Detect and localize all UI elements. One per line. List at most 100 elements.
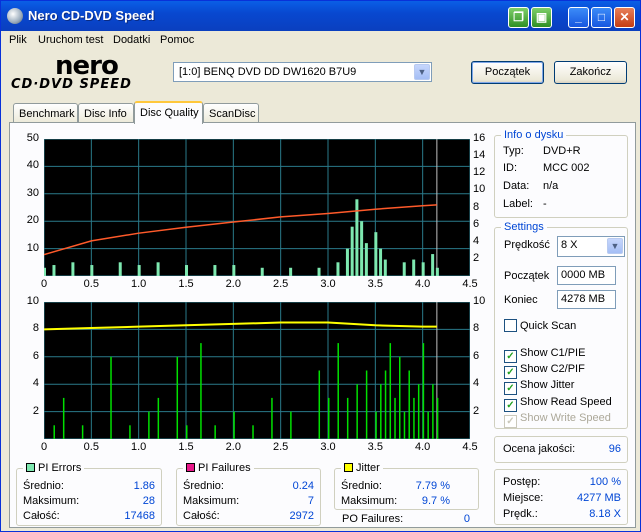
pi-errors-group: PI Errors Średnio: 1.86 Maksimum: 28 Cał… bbox=[16, 462, 162, 526]
jitter-swatch bbox=[344, 463, 353, 472]
pi-failure-bar bbox=[233, 411, 235, 439]
save-icon[interactable]: ▣ bbox=[531, 7, 552, 28]
disc-label-value: - bbox=[543, 198, 547, 210]
pi-error-bar bbox=[360, 221, 364, 276]
x-tick-label: 4.0 bbox=[415, 441, 431, 453]
menu-file[interactable]: Plik bbox=[9, 34, 27, 46]
pi-failure-bar bbox=[157, 397, 160, 439]
pi-failures-title: PI Failures bbox=[183, 462, 254, 474]
pi-error-bar bbox=[345, 248, 349, 276]
x-tick-label: 4.0 bbox=[415, 278, 431, 290]
pi-failure-bar bbox=[403, 411, 406, 439]
menu-extras[interactable]: Dodatki bbox=[113, 34, 150, 46]
start-button[interactable]: Początek bbox=[471, 61, 544, 84]
pi-error-bar bbox=[90, 265, 94, 276]
pi-failure-bar bbox=[436, 397, 439, 439]
check-icon[interactable]: ✓ bbox=[504, 382, 517, 395]
disc-label-label: Label: bbox=[503, 198, 533, 210]
close-button[interactable]: ✕ bbox=[614, 7, 635, 28]
drive-select[interactable]: [1:0] BENQ DVD DD DW1620 B7U9 ▼ bbox=[173, 62, 432, 82]
copy-icon[interactable]: ❐ bbox=[508, 7, 529, 28]
settings-group: Settings Prędkość 8 X ▼ Początek 0000 MB… bbox=[494, 221, 628, 429]
pi-error-bar bbox=[421, 262, 425, 276]
pi-failure-bar bbox=[422, 343, 425, 439]
pi-failure-bar bbox=[53, 425, 55, 439]
show-jitter-label: Show Jitter bbox=[520, 379, 575, 391]
chevron-down-icon[interactable]: ▼ bbox=[414, 64, 430, 80]
jitter-title-text: Jitter bbox=[356, 462, 380, 474]
check-icon[interactable]: ✓ bbox=[504, 366, 517, 379]
pi-errors-avg-label: Średnio: bbox=[23, 480, 64, 492]
quick-scan-checkbox[interactable]: Quick Scan bbox=[504, 319, 576, 332]
pi-errors-chart bbox=[44, 139, 470, 276]
jitter-avg-value: 7.79 % bbox=[415, 480, 450, 492]
tab-disc-quality[interactable]: Disc Quality bbox=[134, 101, 203, 124]
chevron-down-icon[interactable]: ▼ bbox=[607, 238, 623, 254]
pi-failure-bar bbox=[417, 384, 420, 439]
read-speed-line bbox=[44, 204, 437, 256]
pi-error-bar bbox=[350, 226, 354, 276]
finish-button[interactable]: Zakończ bbox=[554, 61, 627, 84]
speed-select[interactable]: 8 X ▼ bbox=[557, 236, 625, 257]
minimize-button[interactable]: _ bbox=[568, 7, 589, 28]
check-icon[interactable]: ✓ bbox=[504, 350, 517, 363]
x-tick-label: 2.0 bbox=[225, 278, 241, 290]
pi-error-bar bbox=[185, 265, 188, 276]
pi-failures-chart bbox=[44, 302, 470, 439]
nero-logo: nero CD·DVD SPEED bbox=[11, 53, 161, 92]
pi-error-bar bbox=[137, 265, 141, 276]
show-jitter-checkbox[interactable]: ✓ Show Jitter bbox=[504, 379, 574, 395]
show-c2-checkbox[interactable]: ✓ Show C2/PIF bbox=[504, 363, 585, 379]
end-field[interactable]: 4278 MB bbox=[557, 290, 616, 309]
speed-select-value: 8 X bbox=[561, 239, 578, 251]
menu-help[interactable]: Pomoc bbox=[160, 34, 194, 46]
pi-error-bar bbox=[289, 267, 293, 276]
pi-failure-bar bbox=[384, 370, 387, 439]
pi-failure-bar bbox=[271, 397, 273, 439]
disc-quality-panel: 50 40 30 20 10 16 14 12 10 8 6 4 2 0 0.5 1.0 1.5 2.0 2.5… bbox=[9, 122, 636, 528]
tab-disc-info[interactable]: Disc Info bbox=[78, 103, 134, 123]
x-tick-label: 2.5 bbox=[273, 441, 289, 453]
pi-failure-bar bbox=[432, 384, 434, 439]
x-tick-label: 1.5 bbox=[178, 441, 194, 453]
pi-failure-bar bbox=[200, 343, 202, 439]
logo-subtext: CD·DVD SPEED bbox=[11, 77, 132, 92]
title-bar[interactable]: Nero CD-DVD Speed ❐ ▣ _ □ ✕ bbox=[1, 1, 640, 31]
pi-errors-title: PI Errors bbox=[23, 462, 85, 474]
menu-run-test[interactable]: Uruchom test bbox=[38, 34, 103, 46]
end-label: Koniec bbox=[504, 294, 538, 306]
show-c1-label: Show C1/PIE bbox=[520, 347, 586, 359]
show-read-speed-checkbox[interactable]: ✓ Show Read Speed bbox=[504, 396, 612, 412]
disc-id-value: MCC 002 bbox=[543, 162, 590, 174]
po-failures-value: 0 bbox=[463, 513, 470, 525]
pi-error-bar bbox=[71, 262, 75, 276]
tab-benchmark[interactable]: Benchmark bbox=[13, 103, 78, 123]
x-tick-label: 0.5 bbox=[83, 441, 99, 453]
menu-bar: Plik Uruchom test Dodatki Pomoc bbox=[1, 31, 640, 49]
pi-error-bar bbox=[412, 259, 416, 276]
checkbox-box[interactable] bbox=[504, 319, 517, 332]
pi-failures-swatch bbox=[186, 463, 195, 472]
pi-error-bar bbox=[44, 267, 46, 276]
position-value: 4277 MB bbox=[576, 492, 621, 504]
pi-failures-avg-label: Średnio: bbox=[183, 480, 224, 492]
pi-errors-total-label: Całość: bbox=[23, 510, 60, 522]
pi-failure-bar bbox=[399, 356, 401, 439]
pi-failure-bar bbox=[427, 411, 429, 439]
pi-failure-bar bbox=[356, 384, 358, 439]
pi-error-bar bbox=[435, 267, 439, 276]
tab-scandisc[interactable]: ScanDisc bbox=[203, 103, 259, 123]
check-icon[interactable]: ✓ bbox=[504, 399, 517, 412]
quality-score-value: 96 bbox=[608, 443, 621, 455]
maximize-button[interactable]: □ bbox=[591, 7, 612, 28]
pi-errors-title-text: PI Errors bbox=[38, 462, 82, 474]
start-field[interactable]: 0000 MB bbox=[557, 266, 616, 285]
show-write-speed-checkbox: ✓ Show Write Speed bbox=[504, 412, 611, 428]
pi-errors-max-label: Maksimum: bbox=[23, 495, 80, 507]
y-tick-label: 50 bbox=[26, 132, 39, 144]
show-c1-checkbox[interactable]: ✓ Show C1/PIE bbox=[504, 347, 585, 363]
x-tick-label: 3.5 bbox=[367, 441, 383, 453]
pi-error-bar bbox=[232, 265, 236, 276]
disc-id-label: ID: bbox=[503, 162, 518, 174]
progress-value: 100 % bbox=[589, 476, 621, 488]
